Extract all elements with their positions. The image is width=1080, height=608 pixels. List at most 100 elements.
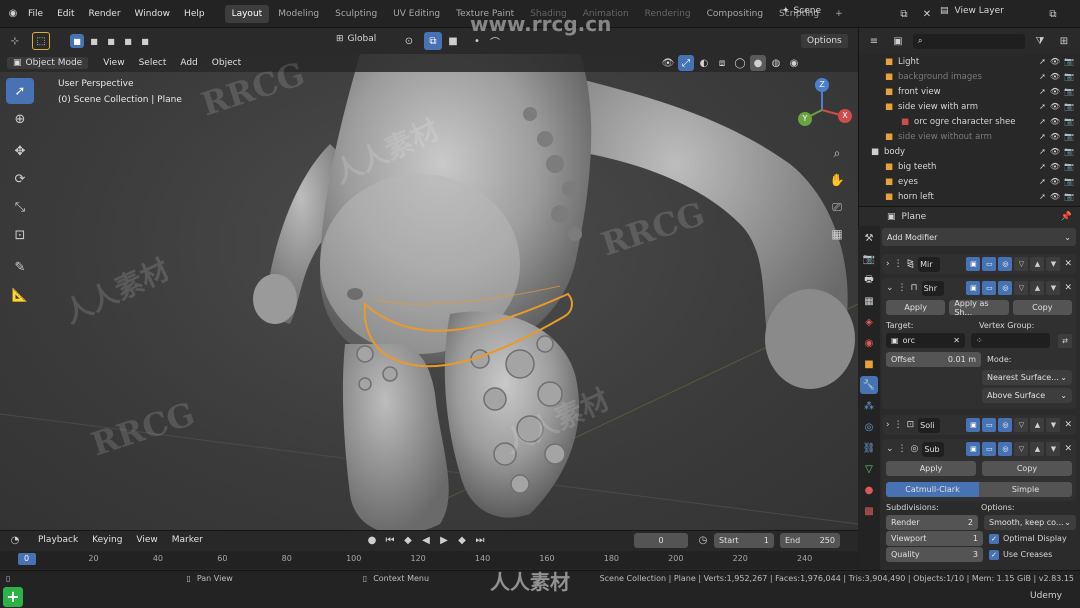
material-shading-icon[interactable]: ◍ [768,55,784,71]
use-creases-checkbox[interactable]: ✓ Use Creases [989,549,1076,560]
transform-orientation[interactable]: ⊞ Global [336,34,376,44]
solid-shading-icon[interactable]: ● [750,55,766,71]
copy-button[interactable]: Copy [982,461,1072,476]
camera-icon[interactable]: 📷 [1064,132,1074,141]
end-frame-field[interactable]: End 250 [780,533,840,548]
snap-mode-dropdown[interactable]: Above Surface ⌄ [982,388,1072,403]
render-tab-icon[interactable]: 📷 [860,250,878,268]
jump-start-icon[interactable]: ⏮ [383,533,397,547]
menu-keying[interactable]: Keying [92,535,122,545]
outliner-row[interactable]: ■ orc ogre character shee ➚ 👁 📷 [859,114,1080,129]
move-down-icon[interactable]: ▼ [1046,442,1061,456]
eye-icon[interactable]: 👁 [1050,117,1060,126]
offset-field[interactable]: Offset 0.01 m [886,352,981,367]
selectable-icon[interactable]: ➚ [1039,57,1046,66]
modifier-mirror-header[interactable]: › ⋮ ⧎ Mir ▣ ▭ ◎ ▽ ▲ ▼ ✕ [882,254,1076,274]
data-tab-icon[interactable]: ▽ [860,460,878,478]
pan-hand-icon[interactable]: ✋ [826,169,848,191]
selectable-icon[interactable]: ➚ [1039,102,1046,111]
output-tab-icon[interactable]: 🖶 [860,271,878,289]
camera-icon[interactable]: 📷 [1064,72,1074,81]
selectable-icon[interactable]: ➚ [1039,147,1046,156]
add-plus-icon[interactable]: + [3,587,23,607]
edit-mode-icon[interactable]: ▣ [966,442,981,456]
texture-tab-icon[interactable]: ▩ [860,502,878,520]
select-extend-icon[interactable]: ■ [87,34,101,48]
object-tab-icon[interactable]: ■ [860,355,878,373]
viewport-display-icon[interactable]: ▭ [982,442,997,456]
select-subtract-icon[interactable]: ■ [104,34,118,48]
render-display-icon[interactable]: ◎ [998,418,1013,432]
uv-smooth-dropdown[interactable]: Smooth, keep co... ⌄ [984,515,1076,530]
tab-sculpting[interactable]: Sculpting [328,5,384,23]
selectable-icon[interactable]: ➚ [1039,87,1046,96]
viewport-display-icon[interactable]: ▭ [982,418,997,432]
collapse-arrow-icon[interactable]: ⌄ [886,444,894,454]
play-reverse-icon[interactable]: ◀ [419,533,433,547]
render-display-icon[interactable]: ◎ [998,281,1013,295]
scene-selector[interactable]: ✦ Scene [782,6,821,16]
world-tab-icon[interactable]: ◉ [860,334,878,352]
outliner-type-icon[interactable]: ≡ [865,32,883,50]
pivot-point-icon[interactable]: ⊙ [400,32,418,50]
mode-selector[interactable]: ▣ Object Mode [6,56,90,70]
outliner-row[interactable]: ■ Light ➚ 👁 📷 [859,54,1080,69]
menu-object[interactable]: Object [212,58,241,68]
record-icon[interactable]: ● [365,533,379,547]
transform-tool-icon[interactable]: ⊡ [6,222,34,248]
add-modifier-dropdown[interactable]: Add Modifier ⌄ [882,228,1076,246]
grid-perspective-icon[interactable]: ▦ [826,223,848,245]
apply-button[interactable]: Apply [886,461,976,476]
viewport-display-icon[interactable]: ▭ [982,257,997,271]
stopwatch-icon[interactable]: ◷ [694,531,712,549]
outliner-row[interactable]: ■ background images ➚ 👁 📷 [859,69,1080,84]
select-invert-icon[interactable]: ■ [121,34,135,48]
tab-layout[interactable]: Layout [224,4,270,23]
modifier-subsurf-header[interactable]: ⌄ ⋮ ◎ Sub ▣ ▭ ◎ ▽ ▲ ▼ ✕ [882,439,1076,459]
expand-arrow-icon[interactable]: › [886,420,890,430]
menu-help[interactable]: Help [184,9,205,19]
select-box-icon[interactable]: ⬚ [32,32,50,50]
camera-icon[interactable]: 📷 [1064,87,1074,96]
modifier-name-shrinkwrap[interactable]: Shr [921,280,944,296]
camera-icon[interactable]: 📷 [1064,147,1074,156]
rendered-shading-icon[interactable]: ◉ [786,55,802,71]
menu-window[interactable]: Window [135,9,171,19]
jump-end-icon[interactable]: ⏭ [473,533,487,547]
close-icon[interactable]: ✕ [1064,420,1072,430]
modifier-name-subsurf[interactable]: Sub [922,441,945,457]
new-collection-icon[interactable]: ⊞ [1055,32,1073,50]
move-tool-icon[interactable]: ✥ [6,138,34,164]
next-keyframe-icon[interactable]: ◆ [455,533,469,547]
invert-icon[interactable]: ⇄ [1058,333,1072,348]
modifier-tab-icon[interactable]: 🔧 [860,376,878,394]
apply-button[interactable]: Apply [886,300,946,315]
expand-arrow-icon[interactable]: › [886,259,890,269]
menu-select[interactable]: Select [139,58,167,68]
select-new-icon[interactable]: ■ [70,34,84,48]
cursor-tool-icon[interactable]: ⊕ [6,106,34,132]
material-tab-icon[interactable]: ● [860,481,878,499]
rotate-tool-icon[interactable]: ⟳ [6,166,34,192]
menu-playback[interactable]: Playback [38,535,78,545]
edit-mode-icon[interactable]: ▣ [966,257,981,271]
annotate-tool-icon[interactable]: ✎ [6,254,34,280]
eye-icon[interactable]: 👁 [1050,192,1060,201]
tool-tab-icon[interactable]: ⚒ [860,229,878,247]
tab-modeling[interactable]: Modeling [271,5,326,23]
add-workspace-button[interactable]: + [828,5,850,23]
wrap-mode-dropdown[interactable]: Nearest Surface... ⌄ [982,370,1072,385]
outliner-search-input[interactable]: ⌕ [913,33,1025,49]
viewport-display-icon[interactable]: ▭ [982,281,997,295]
menu-edit[interactable]: Edit [57,9,74,19]
snap-icon[interactable]: ⧉ [424,32,442,50]
blender-logo-icon[interactable]: ◉ [4,5,22,23]
timeline-editor-icon[interactable]: ◔ [6,531,24,549]
zoom-icon[interactable]: ⌕ [826,142,848,164]
tab-rendering[interactable]: Rendering [638,5,698,23]
menu-add[interactable]: Add [180,58,197,68]
eye-icon[interactable]: 👁 [1050,57,1060,66]
move-down-icon[interactable]: ▼ [1046,418,1061,432]
close-icon[interactable]: ✕ [1064,259,1072,269]
vertex-group-field[interactable]: ⁘ [971,333,1050,348]
